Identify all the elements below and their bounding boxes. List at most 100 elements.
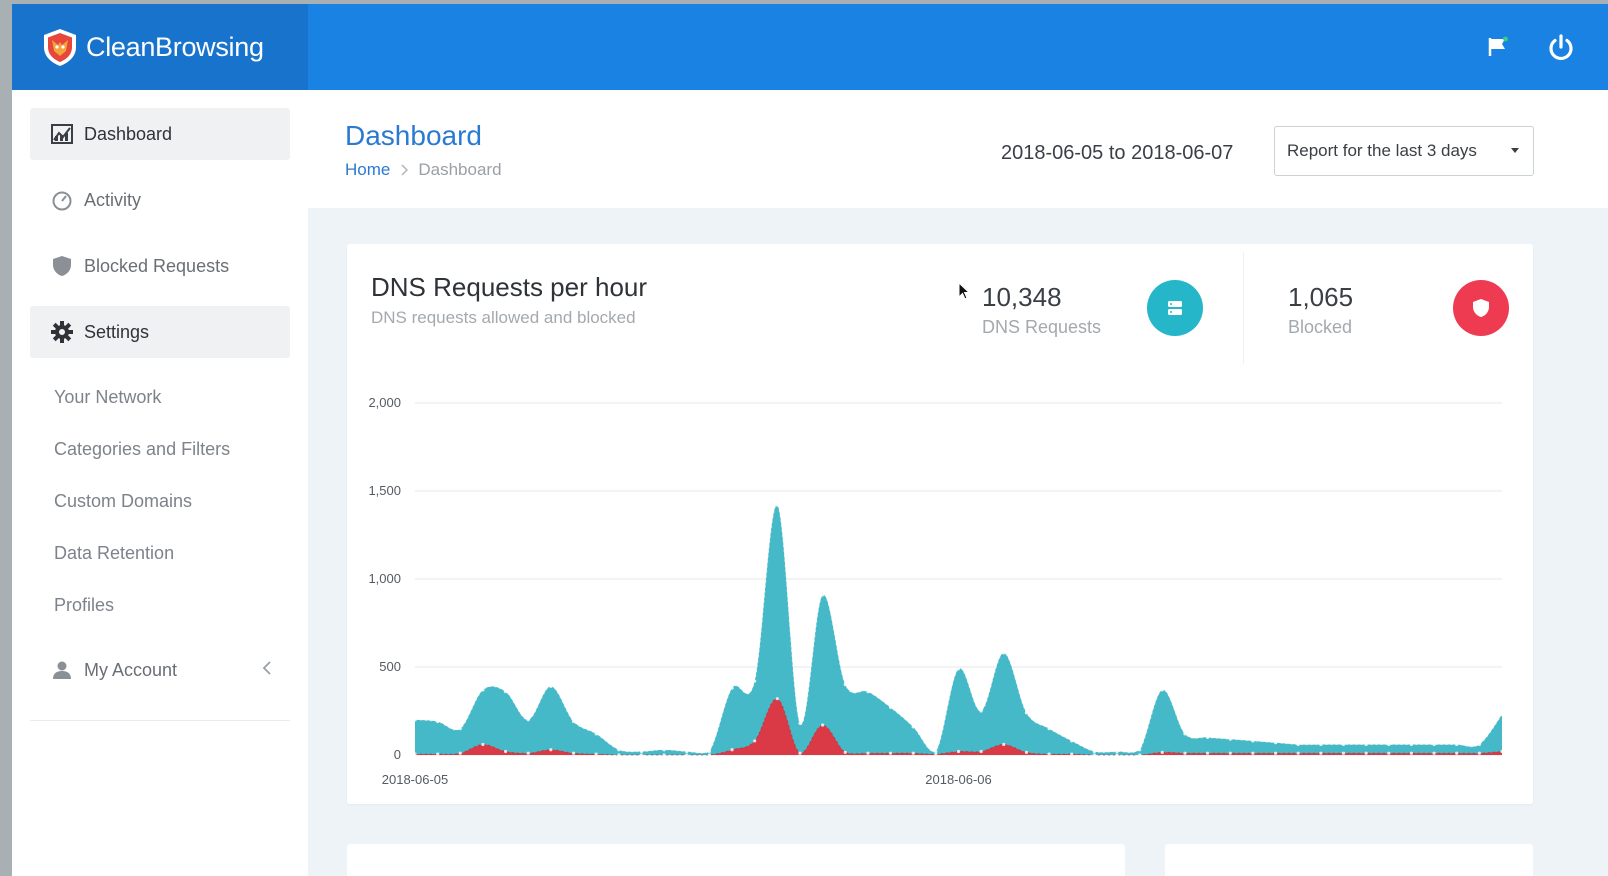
- data-point: [1296, 742, 1300, 747]
- data-point: [843, 683, 847, 687]
- sidebar-subitem-your-network[interactable]: Your Network: [54, 382, 161, 412]
- data-point: [1432, 742, 1436, 747]
- data-point: [1477, 751, 1481, 755]
- stat-label: Blocked: [1288, 317, 1353, 337]
- sidebar-subitem-data-retention[interactable]: Data Retention: [54, 538, 174, 568]
- data-point: [1500, 712, 1504, 717]
- data-point: [1115, 753, 1119, 757]
- chevron-left-icon[interactable]: [262, 660, 272, 676]
- stat-label: DNS Requests: [982, 317, 1102, 337]
- stat-divider: [1243, 252, 1244, 364]
- data-point: [1024, 711, 1029, 715]
- power-icon[interactable]: [1546, 32, 1576, 62]
- data-point: [436, 719, 440, 724]
- data-point: [639, 753, 644, 757]
- data-point: [1138, 753, 1142, 757]
- series-area-0: [415, 504, 1502, 755]
- data-point: [617, 748, 621, 752]
- data-point: [1319, 751, 1323, 755]
- data-point: [1432, 751, 1436, 755]
- data-point: [1455, 751, 1459, 755]
- sidebar-item-label: My Account: [84, 659, 178, 680]
- data-point: [911, 725, 915, 729]
- breadcrumb-current: Dashboard: [418, 160, 502, 179]
- data-point: [1364, 742, 1368, 747]
- sidebar-subitem-profiles[interactable]: Profiles: [54, 590, 114, 620]
- data-point: [1477, 742, 1481, 747]
- data-point: [979, 709, 983, 713]
- data-point: [436, 752, 440, 756]
- data-point: [685, 749, 689, 754]
- sidebar-item-my-account[interactable]: My Account: [30, 644, 290, 696]
- data-point: [775, 697, 779, 701]
- data-point: [1364, 751, 1368, 755]
- data-point: [458, 727, 462, 731]
- server-icon: [1147, 280, 1203, 336]
- data-point: [1138, 748, 1142, 752]
- page-title: Dashboard: [345, 120, 482, 151]
- shield-icon: [50, 254, 74, 278]
- sidebar-subitem-categories-and-filters[interactable]: Categories and Filters: [54, 434, 230, 464]
- sidebar-item-label: Dashboard: [84, 123, 173, 144]
- chart-icon: [50, 122, 74, 146]
- data-point: [526, 751, 530, 755]
- data-point: [503, 749, 508, 754]
- data-point: [1092, 749, 1096, 754]
- data-point: [1409, 751, 1414, 755]
- data-point: [775, 503, 779, 507]
- sidebar-subitem-custom-domains[interactable]: Custom Domains: [54, 486, 192, 516]
- bottom-card-left: [347, 844, 1125, 876]
- sidebar-item-blocked-requests[interactable]: Blocked Requests: [30, 240, 290, 292]
- data-point: [503, 690, 508, 694]
- sidebar-item-activity[interactable]: Activity: [30, 174, 290, 226]
- logo-icon: [44, 29, 76, 66]
- y-tick-label: 500: [379, 659, 401, 674]
- data-point: [1070, 739, 1074, 743]
- data-point: [594, 732, 598, 736]
- data-point: [866, 751, 870, 755]
- data-point: [549, 748, 553, 752]
- data-point: [1387, 751, 1391, 755]
- data-point: [1160, 688, 1164, 692]
- stat-blocked: 1,065 Blocked: [1288, 282, 1353, 338]
- data-point: [753, 739, 757, 743]
- app-window: CleanBrowsing Dashboard Activity Blocked…: [12, 4, 1608, 876]
- data-point: [413, 718, 417, 722]
- data-point: [1024, 750, 1029, 754]
- data-point: [1273, 741, 1278, 745]
- sidebar-item-settings[interactable]: Settings: [30, 306, 290, 358]
- data-point: [1341, 751, 1346, 755]
- stat-value: 10,348: [982, 282, 1062, 312]
- data-point: [1047, 752, 1051, 756]
- data-point: [1092, 753, 1096, 757]
- breadcrumb-home[interactable]: Home: [345, 160, 390, 180]
- sidebar-divider: [30, 720, 290, 721]
- data-point: [549, 684, 553, 688]
- caret-down-icon: [1511, 148, 1519, 153]
- data-point: [1183, 732, 1187, 736]
- data-point: [571, 719, 576, 724]
- data-point: [1047, 727, 1051, 731]
- data-point: [571, 751, 576, 755]
- card-title: DNS Requests per hour: [371, 272, 648, 302]
- data-point: [1319, 742, 1323, 747]
- data-point: [707, 749, 711, 754]
- data-point: [1455, 742, 1459, 747]
- brand[interactable]: CleanBrowsing: [12, 4, 308, 90]
- dns-requests-chart: 0 500 1,000 1,500 2,000 2018-06-05 2018-06-06: [368, 395, 1504, 787]
- sidebar-item-dashboard[interactable]: Dashboard: [30, 108, 290, 160]
- data-point: [413, 752, 417, 756]
- data-point: [843, 750, 847, 754]
- data-point: [956, 749, 961, 754]
- data-point: [1070, 752, 1074, 756]
- data-point: [594, 752, 598, 756]
- flag-icon[interactable]: [1486, 35, 1510, 59]
- top-bar: CleanBrowsing: [12, 4, 1608, 90]
- stat-value: 1,065: [1288, 282, 1354, 312]
- data-point: [1228, 751, 1232, 755]
- x-tick-label: 2018-06-05: [382, 772, 449, 787]
- data-point: [1002, 742, 1006, 747]
- y-tick-label: 2,000: [368, 395, 401, 410]
- data-point: [730, 686, 734, 690]
- report-range-select[interactable]: Report for the last 3 days: [1274, 126, 1534, 176]
